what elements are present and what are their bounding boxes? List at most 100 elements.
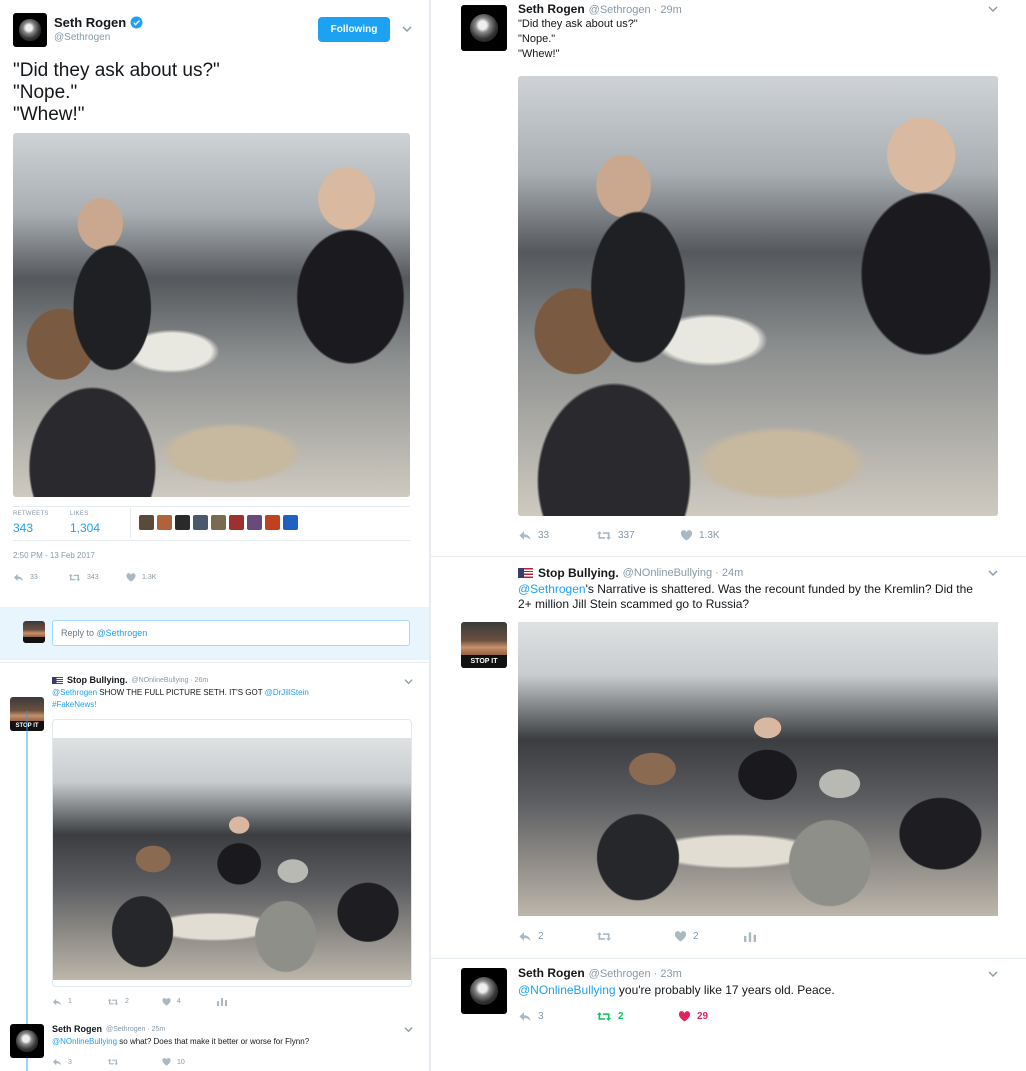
mention-link[interactable]: @DrJillStein (265, 688, 309, 697)
reply-input[interactable]: Reply to @Sethrogen (52, 620, 410, 646)
retweet-button[interactable]: 2 (596, 1011, 678, 1022)
author-handle[interactable]: @Sethrogen (54, 32, 110, 43)
tweet-photo[interactable] (53, 738, 411, 980)
retweet-count: 2 (125, 998, 129, 1005)
reply-button[interactable]: 2 (518, 931, 596, 942)
tweet-line: "Nope." (13, 82, 78, 103)
chevron-down-icon[interactable] (402, 24, 412, 34)
author-handle[interactable]: @Sethrogen · 29m (589, 4, 682, 16)
hashtag-link[interactable]: #FakeNews! (52, 700, 96, 709)
likes-count[interactable]: 1,304 (70, 521, 100, 535)
mention-link[interactable]: @NOnlineBullying (518, 983, 616, 997)
avatar-image (469, 976, 499, 1006)
divider (130, 508, 131, 538)
following-button[interactable]: Following (318, 17, 390, 42)
reply-icon (519, 1012, 531, 1022)
chevron-down-icon[interactable] (404, 1025, 413, 1034)
current-user-avatar[interactable]: ​ (23, 621, 45, 643)
liker-avatar[interactable] (139, 515, 154, 530)
liker-avatar[interactable] (247, 515, 262, 530)
author-name[interactable]: Seth Rogen (518, 966, 585, 980)
retweet-button[interactable]: 343 (68, 573, 126, 582)
author-handle[interactable]: @Sethrogen · 23m (589, 968, 682, 980)
retweet-button[interactable]: 337 (596, 530, 680, 541)
reply-button[interactable]: 33 (518, 530, 596, 541)
tweet-timestamp[interactable]: 2:50 PM - 13 Feb 2017 (13, 551, 95, 560)
author-row[interactable]: Stop Bullying. @NOnlineBullying · 24m (518, 566, 743, 580)
tweet-line: "Did they ask about us?" (518, 18, 638, 30)
liker-avatar[interactable] (283, 515, 298, 530)
reply-icon (519, 932, 531, 942)
mention-link[interactable]: @Sethrogen (518, 582, 586, 596)
retweet-icon (107, 998, 119, 1005)
avatar[interactable] (461, 968, 507, 1014)
retweet-count: 2 (618, 1011, 624, 1022)
chevron-down-icon[interactable] (404, 677, 413, 686)
divider (13, 540, 410, 541)
chevron-down-icon[interactable] (987, 969, 999, 979)
author-name[interactable]: Seth Rogen (52, 1024, 102, 1034)
author-name[interactable]: Seth Rogen (54, 15, 126, 30)
avatar[interactable]: STOP IT (461, 622, 507, 668)
like-count: 10 (177, 1058, 185, 1066)
reply-button[interactable]: 3 (518, 1011, 596, 1022)
tweet-actions: 2 2 (518, 931, 756, 942)
author-row[interactable]: Stop Bullying. @NOnlineBullying · 26m (52, 675, 208, 685)
tweet-text: @NOnlineBullying you're probably like 17… (518, 983, 988, 997)
reply-button[interactable]: 3 (52, 1058, 107, 1066)
author-name[interactable]: Seth Rogen (518, 2, 585, 16)
liker-avatar[interactable] (193, 515, 208, 530)
author-handle[interactable]: @Sethrogen · 25m (106, 1026, 165, 1033)
like-button[interactable]: 1.3K (680, 530, 720, 541)
like-button[interactable]: 4 (162, 997, 217, 1006)
like-button[interactable]: 29 (678, 1011, 708, 1022)
author-row[interactable]: Seth Rogen @Sethrogen · 23m (518, 966, 682, 980)
chevron-down-icon[interactable] (987, 568, 999, 578)
reply-button[interactable]: 1 (52, 998, 107, 1006)
liker-avatar[interactable] (265, 515, 280, 530)
tweet-body: SHOW THE FULL PICTURE SETH. IT'S GOT (99, 688, 263, 697)
like-button[interactable]: 10 (162, 1058, 185, 1066)
chevron-down-icon[interactable] (987, 4, 999, 14)
tweet-photo[interactable] (518, 76, 998, 516)
avatar[interactable] (10, 1024, 44, 1058)
divider (431, 958, 1026, 959)
like-count: 1.3K (699, 530, 720, 541)
author-row[interactable]: Seth Rogen @Sethrogen · 25m (52, 1024, 165, 1034)
liker-avatar[interactable] (229, 515, 244, 530)
retweet-button[interactable]: 2 (107, 998, 162, 1006)
analytics-button[interactable] (744, 931, 756, 942)
author-row[interactable]: Seth Rogen (54, 15, 143, 30)
tweet-photo[interactable] (13, 133, 410, 497)
like-button[interactable]: 1.3K (126, 573, 156, 582)
column-divider (429, 0, 431, 1071)
tweet-text: "Did they ask about us?" "Nope." "Whew!" (13, 60, 220, 126)
retweet-icon (107, 1058, 119, 1066)
tweet-actions: 3 10 (52, 1058, 185, 1066)
analytics-button[interactable] (217, 997, 227, 1006)
like-button[interactable]: 2 (674, 931, 744, 942)
likers-avatars (139, 515, 298, 530)
author-name[interactable]: Stop Bullying. (538, 566, 619, 580)
verified-badge-icon (130, 16, 143, 29)
author-handle[interactable]: @NOnlineBullying · 26m (132, 677, 209, 684)
tweet-photo[interactable] (518, 622, 998, 916)
like-count: 1.3K (142, 574, 157, 581)
reply-button[interactable]: 33 (13, 573, 68, 582)
liker-avatar[interactable] (157, 515, 172, 530)
retweets-count[interactable]: 343 (13, 521, 33, 535)
retweet-button[interactable] (596, 931, 674, 942)
retweet-button[interactable] (107, 1058, 162, 1066)
liker-avatar[interactable] (211, 515, 226, 530)
reply-count: 3 (68, 1058, 72, 1066)
avatar[interactable] (461, 5, 507, 51)
liker-avatar[interactable] (175, 515, 190, 530)
author-name[interactable]: Stop Bullying. (67, 675, 128, 685)
mention-link[interactable]: @NOnlineBullying (52, 1037, 117, 1046)
author-handle[interactable]: @NOnlineBullying · 24m (623, 567, 744, 579)
author-row[interactable]: Seth Rogen @Sethrogen · 29m (518, 2, 682, 16)
mention-link[interactable]: @Sethrogen (52, 688, 97, 697)
tweet-body: so what? Does that make it better or wor… (119, 1037, 310, 1046)
avatar[interactable] (13, 13, 47, 47)
reply-icon (14, 573, 23, 582)
